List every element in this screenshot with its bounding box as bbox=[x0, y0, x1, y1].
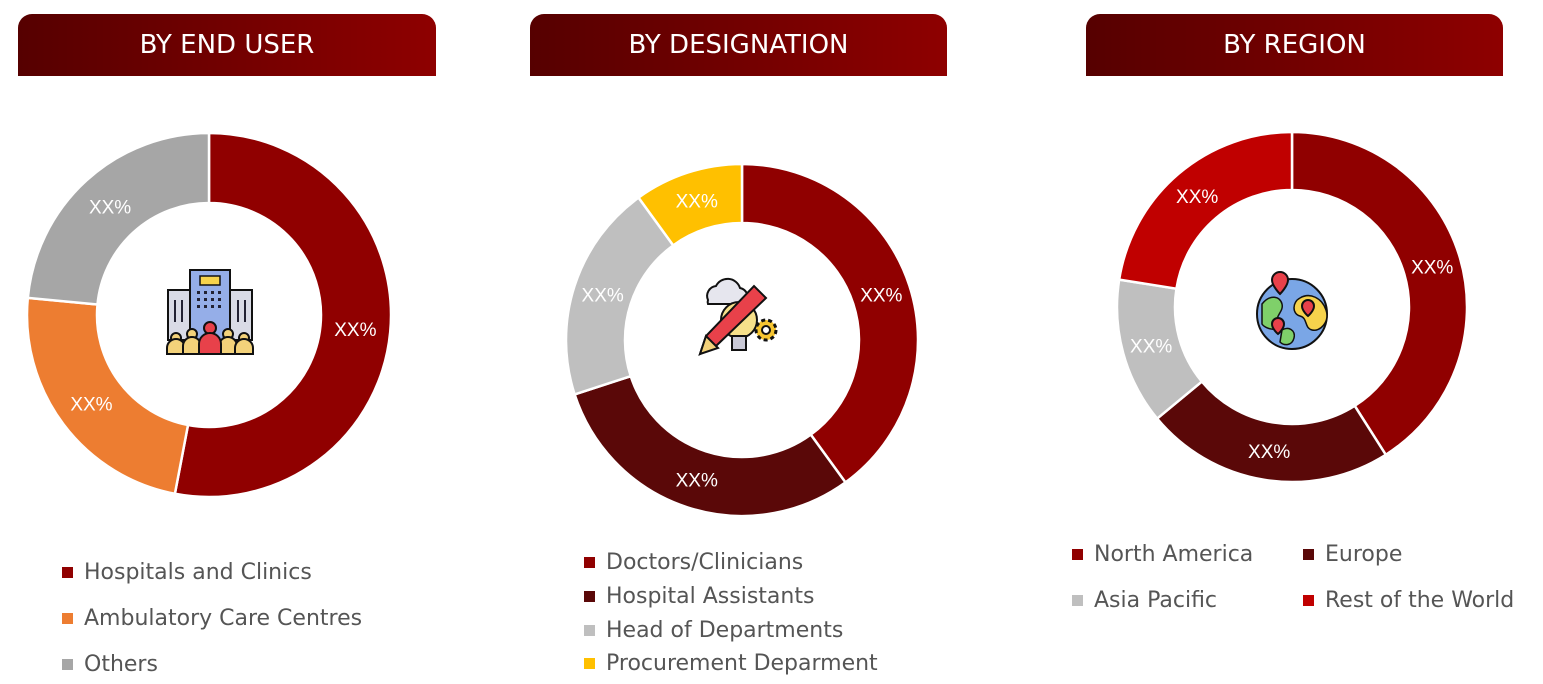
data-label: XX% bbox=[1130, 337, 1172, 358]
legend-label: North America bbox=[1094, 542, 1254, 567]
legend-item: Asia Pacific bbox=[1072, 588, 1217, 613]
legend-swatch bbox=[584, 591, 595, 602]
data-label: XX% bbox=[334, 320, 376, 341]
hospital-building-people-icon bbox=[166, 269, 254, 355]
data-label: XX% bbox=[1176, 187, 1218, 208]
legend-item: Hospital Assistants bbox=[584, 584, 814, 609]
legend-item: Rest of the World bbox=[1303, 588, 1514, 613]
data-label: XX% bbox=[89, 197, 131, 218]
legend-swatch bbox=[1072, 595, 1083, 606]
legend-label: Head of Departments bbox=[606, 618, 844, 643]
legend-swatch bbox=[1303, 595, 1314, 606]
legend-swatch bbox=[584, 557, 595, 568]
legend-label: Others bbox=[84, 652, 158, 677]
legend-item: Others bbox=[62, 652, 158, 677]
legend-swatch bbox=[1303, 549, 1314, 560]
legend-item: Procurement Deparment bbox=[584, 651, 878, 676]
legend-item: Head of Departments bbox=[584, 618, 843, 643]
legend-label: Asia Pacific bbox=[1094, 588, 1218, 613]
idea-pencil-gear-icon bbox=[698, 277, 778, 356]
data-label: XX% bbox=[582, 286, 624, 307]
data-label: XX% bbox=[1411, 257, 1453, 278]
legend-swatch bbox=[584, 625, 595, 636]
legend-item: Europe bbox=[1303, 542, 1402, 567]
data-label: XX% bbox=[1248, 442, 1290, 463]
data-label: XX% bbox=[676, 470, 718, 491]
legend-label: Rest of the World bbox=[1325, 588, 1515, 613]
legend-label: Hospitals and Clinics bbox=[84, 560, 312, 585]
legend-item: North America bbox=[1072, 542, 1253, 567]
legend-swatch bbox=[1072, 549, 1083, 560]
data-label: XX% bbox=[676, 192, 718, 213]
legend-swatch bbox=[62, 659, 73, 670]
data-label: XX% bbox=[70, 394, 112, 415]
legend-label: Hospital Assistants bbox=[606, 584, 815, 609]
donut-slice bbox=[573, 374, 848, 518]
donut-slice bbox=[1117, 130, 1294, 291]
legend-item: Doctors/Clinicians bbox=[584, 550, 803, 575]
globe-location-icon bbox=[1256, 270, 1328, 350]
legend-item: Ambulatory Care Centres bbox=[62, 606, 362, 631]
legend-label: Procurement Deparment bbox=[606, 651, 878, 676]
legend-label: Doctors/Clinicians bbox=[606, 550, 804, 575]
donut-slice bbox=[1155, 379, 1388, 484]
legend-swatch bbox=[62, 567, 73, 578]
legend-swatch bbox=[584, 658, 595, 669]
data-label: XX% bbox=[860, 286, 902, 307]
legend-label: Ambulatory Care Centres bbox=[84, 606, 363, 631]
legend-item: Hospitals and Clinics bbox=[62, 560, 312, 585]
legend-swatch bbox=[62, 613, 73, 624]
legend-label: Europe bbox=[1325, 542, 1403, 567]
